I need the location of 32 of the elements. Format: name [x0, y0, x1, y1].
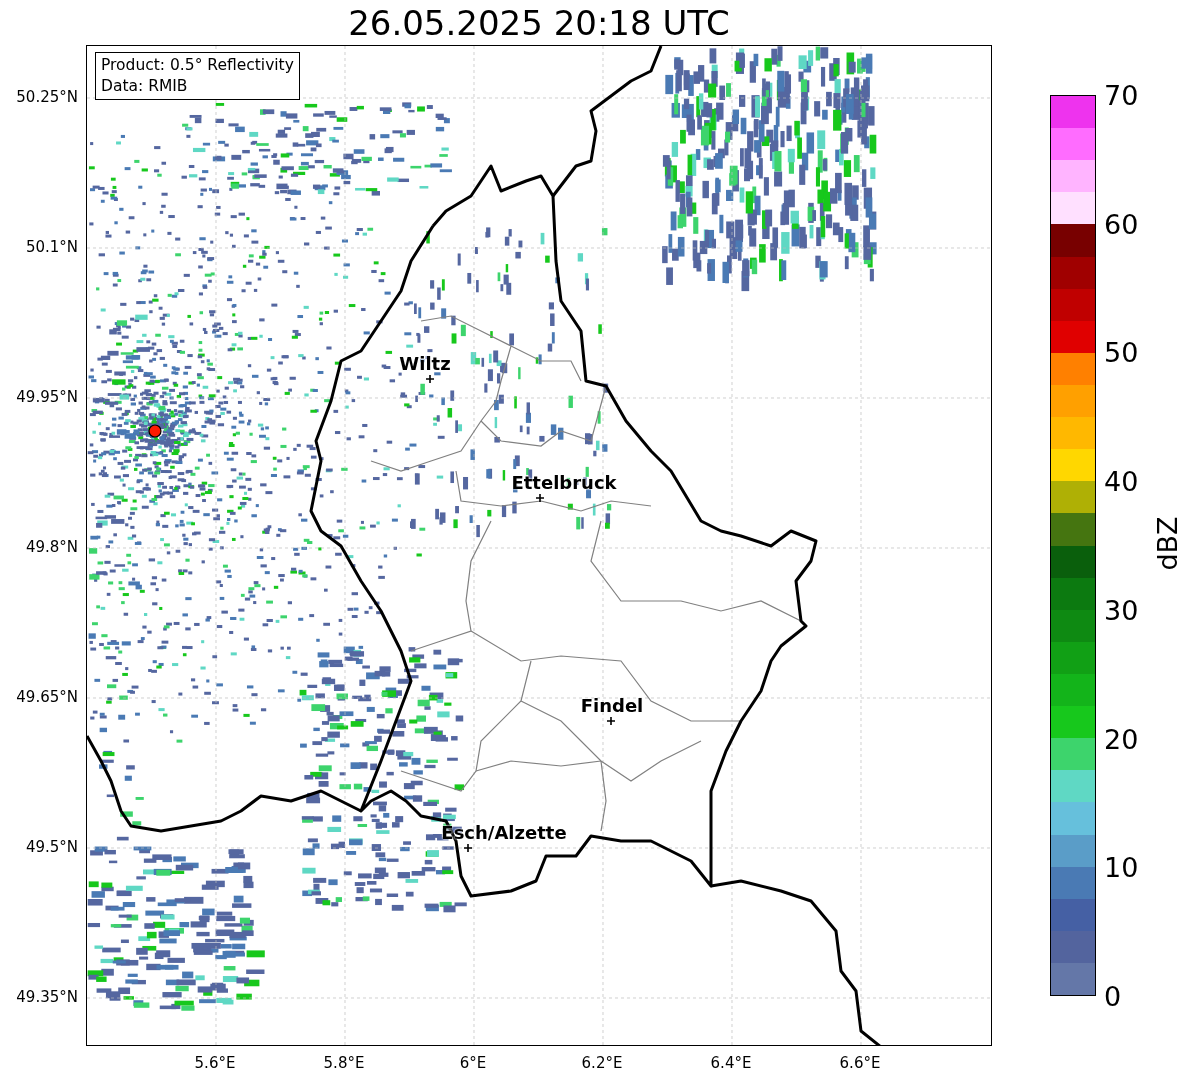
- legend-text: Data: RMIB: [101, 76, 189, 97]
- city-label: Findel: [580, 694, 644, 716]
- colorbar-tick-label: 20: [1104, 725, 1139, 753]
- city-marker-icon: [464, 844, 472, 852]
- longitude-label: 6.2°E: [581, 1054, 623, 1072]
- latitude-label: 49.35°N: [16, 988, 78, 1006]
- colorbar-tick-label: 60: [1104, 210, 1139, 238]
- city-marker-icon: [536, 494, 544, 502]
- latitude-label: 49.5°N: [25, 838, 78, 856]
- longitude-label: 5.8°E: [323, 1054, 365, 1072]
- latitude-label: 50.1°N: [25, 238, 78, 256]
- colorbar-tick-label: 10: [1104, 853, 1139, 881]
- latitude-label: 49.8°N: [25, 538, 78, 556]
- city-marker-icon: [607, 717, 615, 725]
- city-label: Wiltz: [399, 352, 451, 374]
- city-marker-icon: [426, 375, 434, 383]
- legend-text: Product: 0.5° Reflectivity: [101, 55, 294, 76]
- latitude-label: 50.25°N: [16, 88, 78, 106]
- radar-site-icon: [148, 424, 162, 438]
- longitude-label: 6.4°E: [710, 1054, 752, 1072]
- colorbar-tick-label: 50: [1104, 338, 1139, 366]
- colorbar-tick-label: 40: [1104, 467, 1139, 495]
- longitude-label: 5.6°E: [194, 1054, 236, 1072]
- chart-title: 26.05.2025 20:18 UTC: [348, 5, 730, 40]
- latitude-label: 49.65°N: [16, 688, 78, 706]
- colorbar-tick-label: 30: [1104, 596, 1139, 624]
- colorbar-tick-label: 70: [1104, 81, 1139, 109]
- longitude-label: 6°E: [459, 1054, 487, 1072]
- longitude-label: 6.6°E: [839, 1054, 881, 1072]
- latitude-label: 49.95°N: [16, 388, 78, 406]
- colorbar-label: dBZ: [1153, 516, 1181, 571]
- colorbar-tick-label: 0: [1104, 982, 1122, 1010]
